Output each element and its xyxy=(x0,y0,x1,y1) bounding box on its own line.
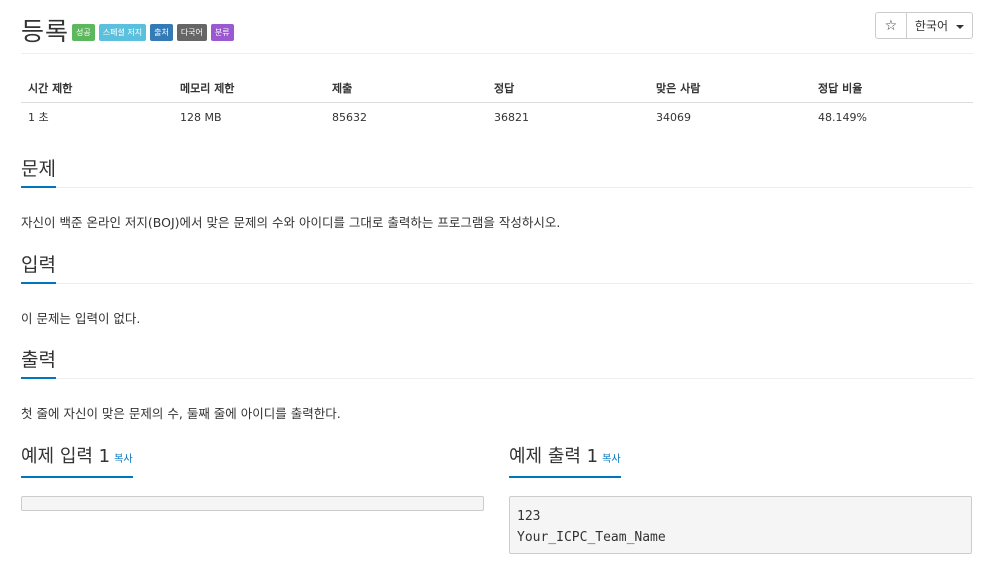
badge-source[interactable]: 출처 xyxy=(150,24,173,41)
copy-sample-output-link[interactable]: 복사 xyxy=(602,454,620,465)
value-accept-ratio: 48.149% xyxy=(818,110,867,124)
sample-output: 예제 출력 1 복사 123 Your_ICPC_Team_Name xyxy=(509,445,972,554)
sample-output-line: 123 xyxy=(517,509,541,524)
badge-multilingual[interactable]: 다국어 xyxy=(176,24,207,41)
output-section-title: 출력 xyxy=(21,348,56,379)
sample-input-title: 예제 입력 1 복사 xyxy=(21,445,133,478)
sample-output-title-text: 예제 출력 1 xyxy=(509,446,599,467)
input-section-header: 입력 xyxy=(21,252,973,284)
value-submissions[interactable]: 85632 xyxy=(325,102,487,132)
input-section: 입력 이 문제는 입력이 없다. xyxy=(21,252,973,327)
badge-success[interactable]: 성공 xyxy=(72,24,95,41)
problem-header: 등록 성공 스페셜 저지 출처 다국어 분류 ☆ 한국어 xyxy=(21,8,973,54)
problem-section-title: 문제 xyxy=(21,157,56,188)
sample-output-box: 123 Your_ICPC_Team_Name xyxy=(509,496,972,554)
badge-special-judge[interactable]: 스페셜 저지 xyxy=(98,24,147,41)
sample-output-header: 예제 출력 1 복사 xyxy=(509,445,972,478)
input-section-title: 입력 xyxy=(21,253,56,284)
problem-section: 문제 자신이 백준 온라인 저지(BOJ)에서 맞은 문제의 수와 아이디를 그… xyxy=(21,156,973,231)
header-time-limit: 시간 제한 xyxy=(21,75,173,103)
value-accepted[interactable]: 36821 xyxy=(487,102,649,132)
value-solved-users[interactable]: 34069 xyxy=(649,102,811,132)
header-accept-ratio: 정답 비율 xyxy=(811,75,973,103)
output-section: 출력 첫 줄에 자신이 맞은 문제의 수, 둘째 줄에 아이디를 출력한다. xyxy=(21,347,973,422)
sample-input-header: 예제 입력 1 복사 xyxy=(21,445,484,478)
language-label: 한국어 xyxy=(914,19,948,33)
favorite-button[interactable]: ☆ xyxy=(874,12,907,39)
sample-input-box xyxy=(21,496,484,511)
value-time-limit: 1 초 xyxy=(28,111,49,125)
caret-down-icon xyxy=(956,24,964,29)
header-submissions: 제출 xyxy=(325,75,487,103)
header-memory-limit: 메모리 제한 xyxy=(173,75,325,103)
star-icon: ☆ xyxy=(884,17,898,34)
sample-output-title: 예제 출력 1 복사 xyxy=(509,445,621,478)
page-title: 등록 xyxy=(21,17,70,46)
sample-output-line: Your_ICPC_Team_Name xyxy=(517,530,666,545)
problem-description: 자신이 백준 온라인 저지(BOJ)에서 맞은 문제의 수와 아이디를 그대로 … xyxy=(21,215,561,230)
table-row: 1 초 128 MB 85632 36821 34069 48.149% xyxy=(21,102,973,132)
language-dropdown[interactable]: 한국어 xyxy=(906,12,973,39)
value-memory-limit: 128 MB xyxy=(180,110,222,124)
header-accepted: 정답 xyxy=(487,75,649,103)
badge-category[interactable]: 분류 xyxy=(210,24,234,41)
sample-input: 예제 입력 1 복사 xyxy=(21,445,484,511)
output-section-header: 출력 xyxy=(21,347,973,379)
output-description: 첫 줄에 자신이 맞은 문제의 수, 둘째 줄에 아이디를 출력한다. xyxy=(21,406,341,421)
input-description: 이 문제는 입력이 없다. xyxy=(21,311,141,326)
header-solved-users: 맞은 사람 xyxy=(649,75,811,103)
table-header-row: 시간 제한 메모리 제한 제출 정답 맞은 사람 정답 비율 xyxy=(21,75,973,103)
problem-toolbar: ☆ 한국어 xyxy=(874,12,973,39)
problem-badges: 성공 스페셜 저지 출처 다국어 분류 xyxy=(72,24,234,41)
problem-section-header: 문제 xyxy=(21,156,973,188)
sample-input-title-text: 예제 입력 1 xyxy=(21,446,111,467)
problem-info-table: 시간 제한 메모리 제한 제출 정답 맞은 사람 정답 비율 1 초 128 M… xyxy=(21,75,973,132)
copy-sample-input-link[interactable]: 복사 xyxy=(114,454,132,465)
